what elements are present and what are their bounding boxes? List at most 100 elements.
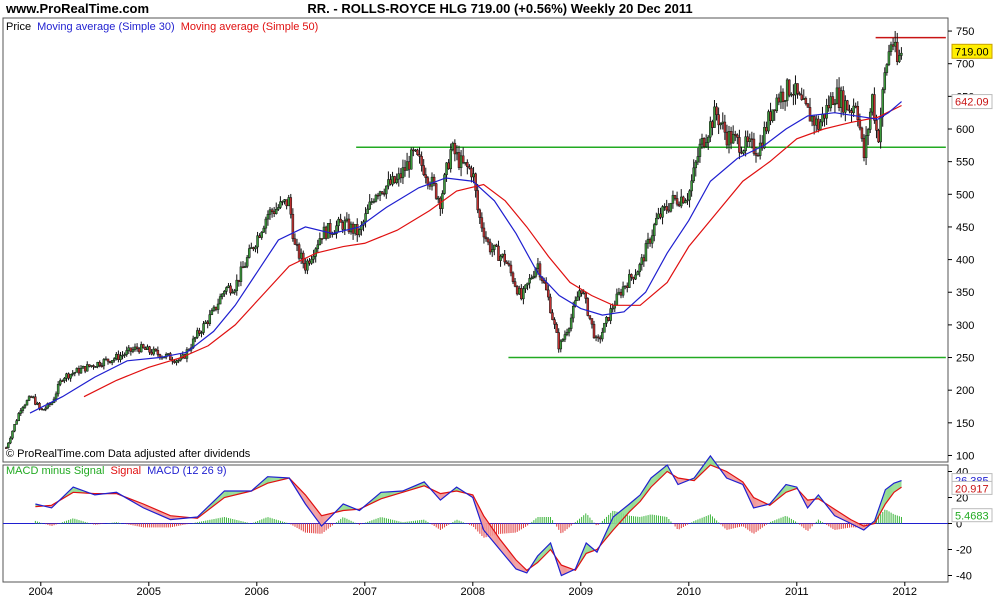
candle-body: [243, 265, 247, 268]
candle-body: [584, 292, 587, 299]
candle-body: [515, 286, 519, 295]
candle-body: [578, 290, 581, 298]
svg-text:MACD minus Signal Signal: MACD minus Signal Signal MACD (12 26 9): [6, 465, 227, 477]
candle-body: [385, 185, 388, 195]
macd-signal-fill: [895, 482, 897, 492]
candle-body: [646, 238, 650, 244]
candle-body: [127, 347, 131, 351]
candle-body: [196, 330, 199, 338]
macd-value-tag-label: 5.4683: [955, 511, 989, 523]
candle-body: [137, 348, 141, 353]
candle-body: [698, 143, 702, 157]
candle-body: [117, 353, 120, 360]
macd-signal-fill: [565, 566, 567, 574]
macd-signal-fill: [787, 484, 789, 492]
candle-body: [586, 298, 590, 316]
candle-body: [436, 197, 440, 200]
candle-body: [129, 347, 133, 352]
candle-body: [679, 196, 683, 207]
candle-body: [474, 173, 477, 191]
macd-signal-fill: [614, 514, 616, 529]
candle-body: [837, 87, 841, 108]
candle-body: [142, 344, 145, 349]
candle-body: [723, 121, 727, 133]
candle-body: [817, 118, 820, 130]
candle-body: [223, 291, 226, 295]
candle-body: [212, 306, 216, 311]
candle-body: [669, 202, 673, 212]
candle-body: [630, 274, 633, 278]
xtick-label: 2012: [893, 586, 917, 598]
candle-body: [92, 365, 95, 367]
candle-body: [731, 133, 735, 144]
candle-body: [121, 354, 124, 357]
candle-body: [810, 116, 814, 122]
candle-body: [81, 366, 85, 369]
candle-body: [517, 288, 521, 295]
candle-body: [713, 106, 716, 128]
candle-body: [457, 152, 461, 168]
candle-body: [54, 393, 58, 400]
candle-body: [301, 252, 305, 264]
candle-body: [480, 217, 484, 229]
candle-body: [746, 136, 749, 142]
candle-body: [306, 260, 309, 271]
candle-body: [814, 118, 818, 126]
candle-body: [625, 285, 629, 288]
candle-body: [422, 165, 425, 175]
candle-body: [663, 206, 666, 208]
candle-body: [229, 285, 232, 294]
candle-body: [418, 154, 421, 157]
candle-body: [736, 134, 739, 138]
candle-body: [619, 291, 623, 296]
candle-body: [565, 332, 569, 335]
candle-body: [609, 308, 612, 321]
candle-body: [603, 322, 606, 333]
candle-body: [77, 368, 81, 374]
candle-body: [324, 226, 328, 239]
macd-signal-fill: [754, 497, 756, 508]
candle-body: [495, 244, 498, 247]
candle-body: [166, 353, 170, 355]
candle-body: [536, 263, 540, 269]
candle-body: [864, 135, 868, 158]
price-ytick-label: 400: [956, 255, 974, 267]
candle-body: [623, 285, 627, 288]
candle-body: [353, 224, 357, 234]
candle-body: [524, 284, 527, 290]
price-ytick-label: 300: [956, 320, 974, 332]
candle-body: [387, 179, 390, 187]
candle-body: [694, 161, 698, 169]
candle-body: [594, 336, 598, 339]
candle-body: [522, 288, 525, 300]
candle-body: [104, 358, 108, 361]
candle-body: [873, 94, 876, 121]
candle-body: [135, 346, 139, 349]
candle-body: [553, 319, 556, 325]
candle-body: [582, 292, 585, 295]
candle-body: [156, 350, 160, 355]
candle-body: [220, 293, 224, 297]
candle-body: [748, 138, 752, 142]
candle-body: [262, 227, 266, 233]
candle-body: [274, 209, 278, 214]
candle-body: [486, 238, 490, 243]
legend-macd: MACD (12 26 9): [147, 465, 226, 477]
macd-signal-fill: [226, 491, 228, 497]
candle-body: [291, 213, 295, 239]
price-ytick-label: 450: [956, 222, 974, 234]
candle-body: [738, 137, 741, 153]
candle-body: [366, 208, 369, 214]
candle-body: [547, 289, 550, 298]
candle-body: [463, 162, 467, 164]
candle-body: [85, 364, 89, 372]
candle-body: [667, 209, 671, 212]
candle-body: [283, 199, 286, 202]
candle-body: [673, 195, 677, 199]
candle-body: [285, 199, 288, 207]
candle-body: [891, 44, 895, 47]
candle-body: [871, 94, 874, 113]
candle-body: [640, 257, 644, 265]
candle-body: [9, 437, 12, 444]
candle-body: [256, 235, 259, 248]
